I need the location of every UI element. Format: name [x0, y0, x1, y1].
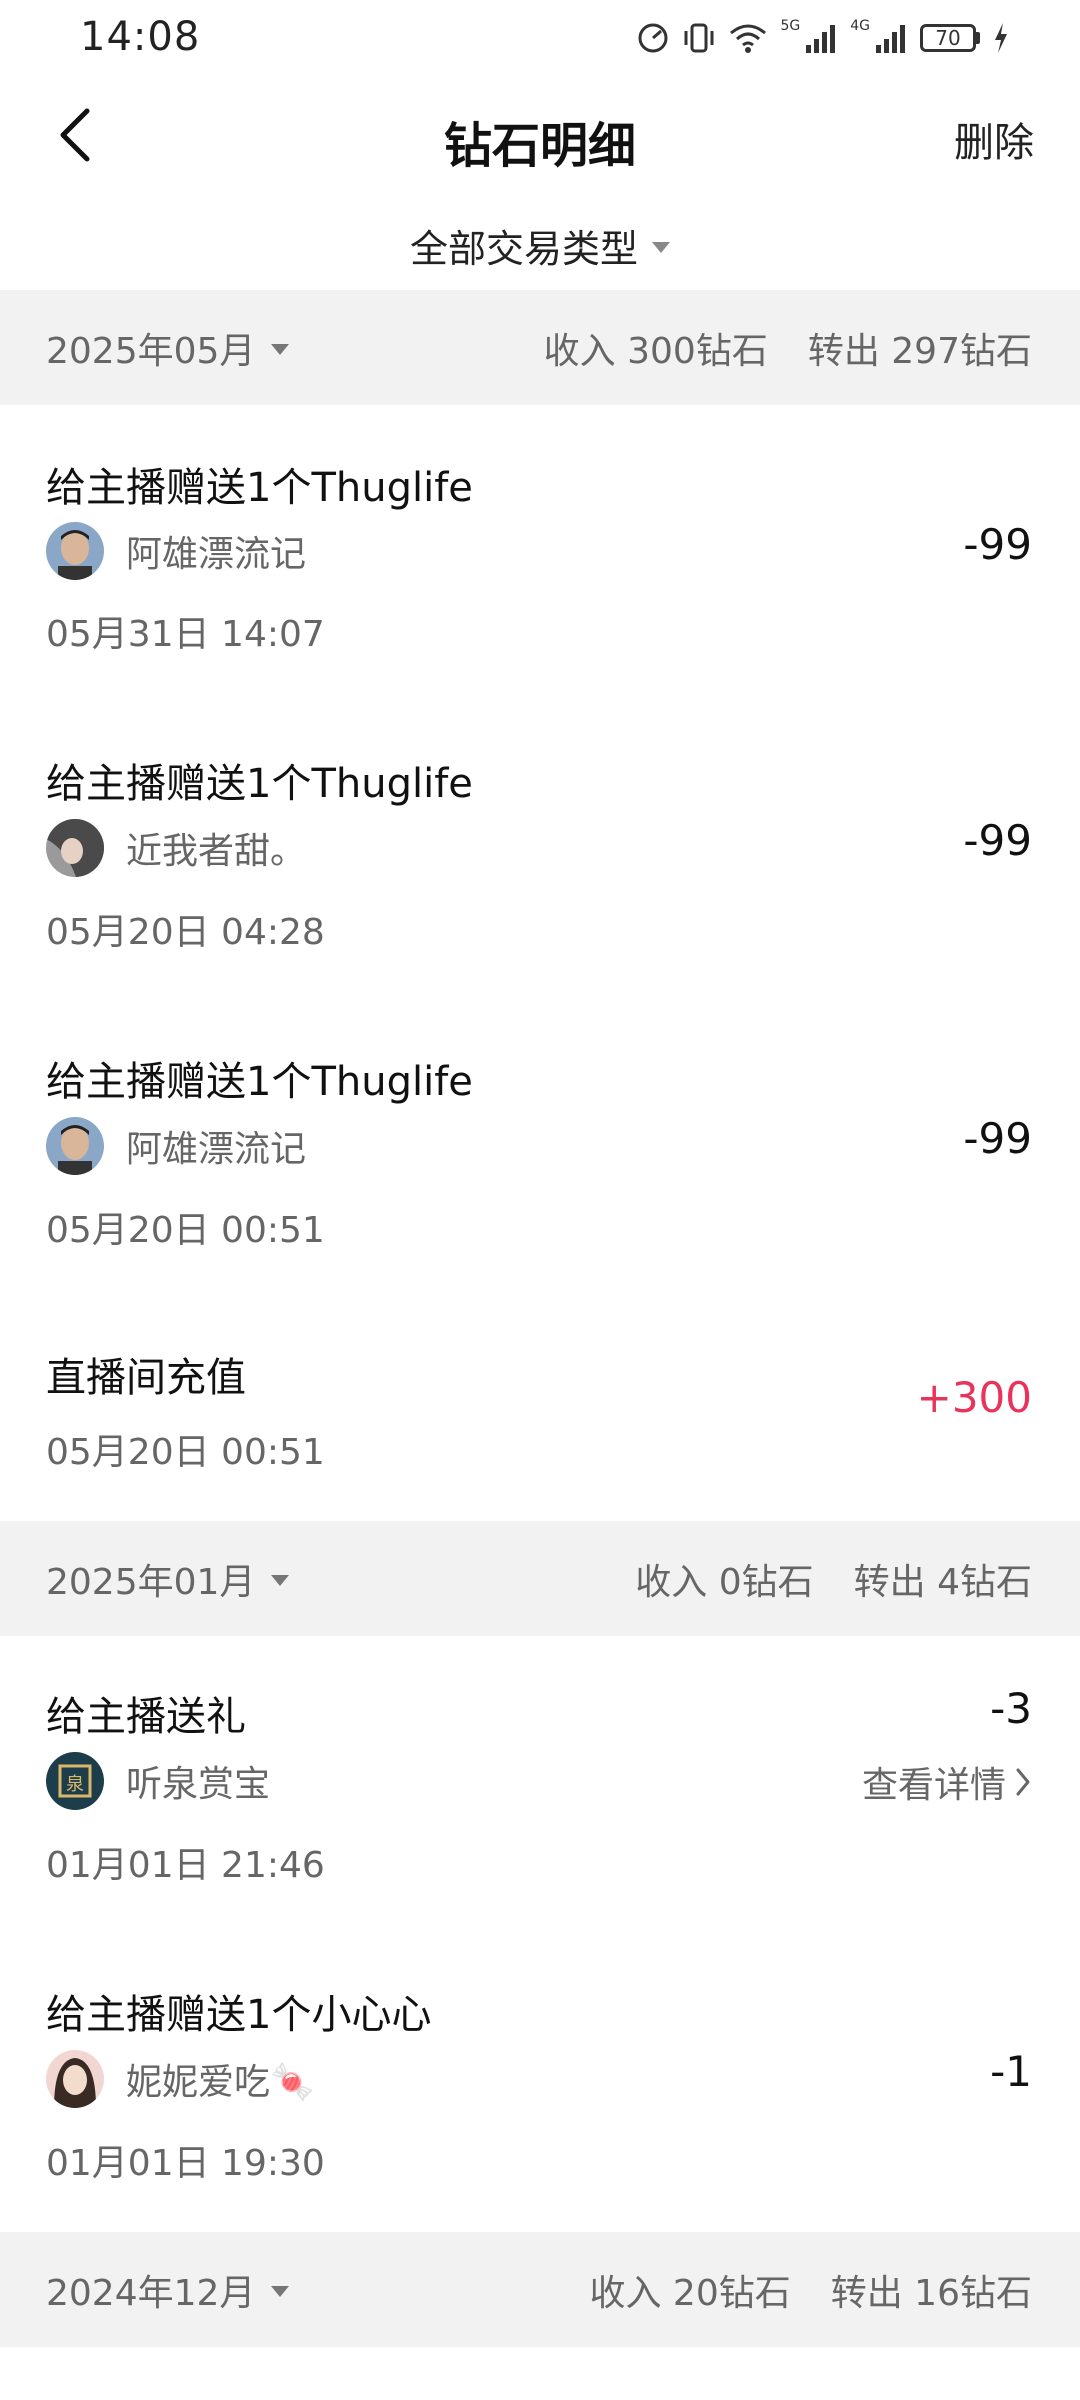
transaction-title: 给主播赠送1个Thuglife — [46, 761, 473, 807]
user-name: 近我者甜。 — [126, 831, 307, 872]
transaction-title: 给主播赠送1个小心心 — [46, 1992, 432, 2038]
transaction-row[interactable]: 给主播赠送1个Thuglife 近我者甜。 05月20日 04:28 -99 — [0, 703, 1080, 1001]
month-income: 收入 0钻石 — [635, 1561, 814, 1603]
user-name: 阿雄漂流记 — [126, 534, 307, 575]
caret-down-icon — [271, 1575, 290, 1586]
transaction-user: 阿雄漂流记 — [46, 522, 306, 580]
transaction-title: 给主播送礼 — [46, 1694, 246, 1740]
transaction-time: 05月20日 00:51 — [46, 1210, 325, 1251]
vibrate-icon — [684, 23, 714, 53]
month-income: 收入 300钻石 — [543, 330, 768, 372]
wifi-icon — [730, 24, 767, 53]
speed-icon — [638, 23, 668, 53]
transaction-row[interactable]: 给主播赠送1个小心心 妮妮爱吃🍬 01月01日 19:30 -1 — [0, 1934, 1080, 2232]
user-name: 妮妮爱吃🍬 — [126, 2062, 315, 2103]
transaction-amount: -99 — [963, 816, 1032, 865]
status-time: 14:08 — [80, 14, 201, 60]
transaction-time: 05月20日 04:28 — [46, 912, 325, 953]
month-header: 2025年01月 收入 0钻石 转出 4钻石 — [0, 1521, 1080, 1636]
avatar — [46, 522, 104, 580]
transaction-user: 近我者甜。 — [46, 819, 306, 877]
view-details-link[interactable]: 查看详情 — [862, 1756, 1032, 1808]
transaction-amount: -99 — [963, 1114, 1032, 1163]
battery-icon: 70 — [920, 24, 980, 52]
transaction-amount: +300 — [916, 1373, 1032, 1422]
net-4g-label: 4G — [850, 18, 870, 34]
transaction-row[interactable]: 给主播赠送1个Thuglife 阿雄漂流记 05月20日 00:51 -99 — [0, 1001, 1080, 1299]
page-title: 钻石明细 — [443, 118, 636, 174]
filter-label: 全部交易类型 — [409, 226, 638, 271]
month-stats: 收入 0钻石 转出 4钻石 — [635, 1553, 1032, 1605]
transaction-title: 直播间充值 — [46, 1355, 246, 1401]
caret-down-icon — [652, 241, 670, 253]
user-name: 阿雄漂流记 — [126, 1129, 307, 1170]
transaction-row[interactable]: 给主播赠送1个Thuglife 阿雄漂流记 05月31日 14:07 -99 — [0, 405, 1080, 703]
header: 钻石明细 删除 — [0, 80, 1080, 190]
month-selector[interactable]: 2024年12月 — [46, 2264, 290, 2316]
avatar: 泉 — [46, 1752, 104, 1810]
transaction-time: 05月20日 00:51 — [46, 1432, 325, 1473]
transaction-user: 妮妮爱吃🍬 — [46, 2050, 315, 2108]
transaction-type-filter[interactable]: 全部交易类型 — [0, 200, 1080, 290]
charging-icon — [995, 23, 1007, 53]
caret-down-icon — [271, 344, 290, 355]
avatar — [46, 1117, 104, 1175]
month-header: 2024年12月 收入 20钻石 转出 16钻石 — [0, 2232, 1080, 2347]
month-stats: 收入 20钻石 转出 16钻石 — [589, 2264, 1032, 2316]
transaction-title: 给主播赠送1个Thuglife — [46, 1059, 473, 1105]
transaction-user: 阿雄漂流记 — [46, 1117, 306, 1175]
chevron-right-icon — [1016, 1768, 1030, 1796]
battery-level: 70 — [920, 24, 976, 52]
transaction-amount: -99 — [963, 520, 1032, 569]
month-income: 收入 20钻石 — [589, 2272, 791, 2314]
svg-text:泉: 泉 — [66, 1774, 84, 1795]
net-5g-label: 5G — [780, 18, 801, 34]
transaction-time: 05月31日 14:07 — [46, 614, 325, 655]
avatar — [46, 2050, 104, 2108]
transaction-row[interactable]: 给主播送礼 泉 听泉赏宝 01月01日 21:46 -3 查看详情 — [0, 1636, 1080, 1934]
transaction-row[interactable]: 直播间充值 05月20日 00:51 +300 — [0, 1299, 1080, 1521]
month-selector[interactable]: 2025年05月 — [46, 322, 290, 374]
month-label: 2025年01月 — [46, 1561, 256, 1603]
status-bar: 14:08 5G 4G 70 — [0, 0, 1080, 80]
month-outgo: 转出 4钻石 — [853, 1561, 1032, 1603]
month-label: 2024年12月 — [46, 2272, 256, 2314]
caret-down-icon — [271, 2286, 290, 2297]
transaction-time: 01月01日 21:46 — [46, 1845, 325, 1886]
month-header: 2025年05月 收入 300钻石 转出 297钻石 — [0, 290, 1080, 405]
user-name: 听泉赏宝 — [126, 1764, 271, 1805]
transaction-user: 泉 听泉赏宝 — [46, 1752, 270, 1810]
delete-button[interactable]: 删除 — [954, 110, 1034, 168]
status-icons: 5G 4G 70 — [636, 18, 1010, 58]
month-stats: 收入 300钻石 转出 297钻石 — [544, 322, 1032, 374]
month-outgo: 转出 16钻石 — [830, 2272, 1032, 2314]
signal-icon-2 — [876, 25, 905, 53]
transaction-amount: -1 — [990, 2047, 1032, 2096]
transaction-amount: -3 — [990, 1684, 1032, 1733]
transaction-time: 01月01日 19:30 — [46, 2143, 325, 2184]
month-label: 2025年05月 — [46, 330, 256, 372]
month-selector[interactable]: 2025年01月 — [46, 1553, 290, 1605]
avatar — [46, 819, 104, 877]
view-details-label: 查看详情 — [861, 1765, 1006, 1806]
transaction-title: 给主播赠送1个Thuglife — [46, 465, 473, 511]
signal-icon — [806, 25, 836, 53]
month-outgo: 转出 297钻石 — [807, 330, 1032, 372]
